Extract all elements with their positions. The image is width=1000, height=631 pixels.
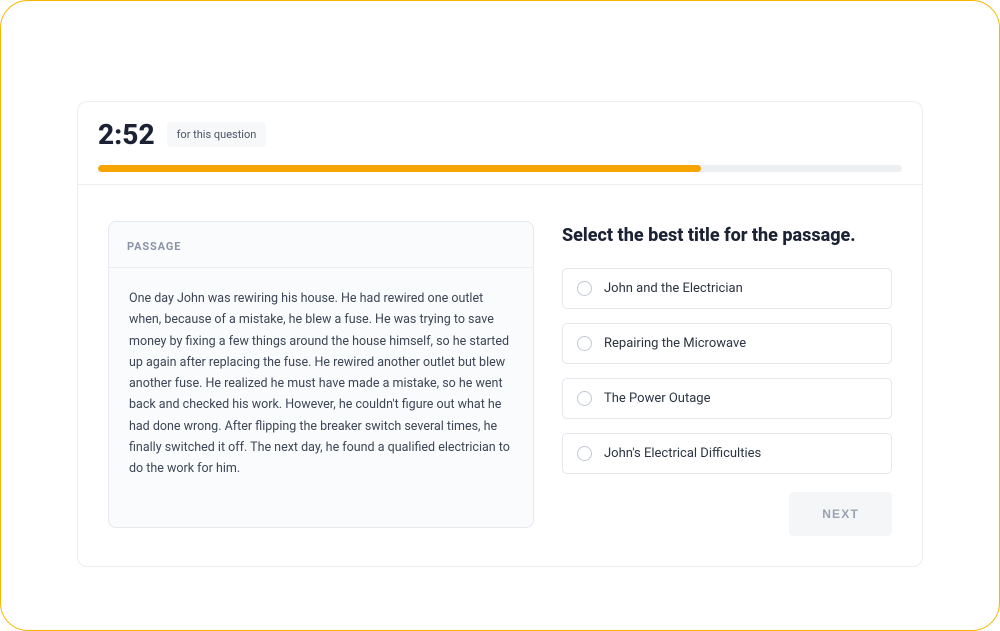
outer-frame: 2:52 for this question PASSAGE One day J… bbox=[0, 0, 1000, 631]
timer-value: 2:52 bbox=[98, 118, 155, 151]
radio-icon bbox=[577, 391, 592, 406]
answer-option-2[interactable]: The Power Outage bbox=[562, 378, 892, 419]
radio-icon bbox=[577, 281, 592, 296]
passage-text: One day John was rewiring his house. He … bbox=[109, 268, 533, 527]
answer-option-label: The Power Outage bbox=[604, 391, 711, 406]
next-button[interactable]: NEXT bbox=[789, 492, 892, 536]
passage-box: PASSAGE One day John was rewiring his ho… bbox=[108, 221, 534, 528]
progress-track bbox=[98, 165, 902, 172]
answer-option-3[interactable]: John's Electrical Difficulties bbox=[562, 433, 892, 474]
timer-label: for this question bbox=[167, 122, 267, 147]
question-prompt: Select the best title for the passage. bbox=[562, 225, 892, 246]
question-card: 2:52 for this question PASSAGE One day J… bbox=[77, 101, 923, 567]
answer-option-label: John's Electrical Difficulties bbox=[604, 446, 761, 461]
progress-area bbox=[78, 165, 922, 184]
answer-option-label: Repairing the Microwave bbox=[604, 336, 746, 351]
progress-fill bbox=[98, 165, 701, 172]
passage-heading: PASSAGE bbox=[109, 222, 533, 268]
radio-icon bbox=[577, 336, 592, 351]
radio-icon bbox=[577, 446, 592, 461]
answer-option-1[interactable]: Repairing the Microwave bbox=[562, 323, 892, 364]
passage-column: PASSAGE One day John was rewiring his ho… bbox=[108, 221, 534, 536]
next-button-row: NEXT bbox=[562, 492, 892, 536]
question-column: Select the best title for the passage. J… bbox=[562, 221, 892, 536]
card-header: 2:52 for this question bbox=[78, 102, 922, 165]
answer-option-label: John and the Electrician bbox=[604, 281, 743, 296]
answer-option-0[interactable]: John and the Electrician bbox=[562, 268, 892, 309]
card-body: PASSAGE One day John was rewiring his ho… bbox=[78, 185, 922, 566]
